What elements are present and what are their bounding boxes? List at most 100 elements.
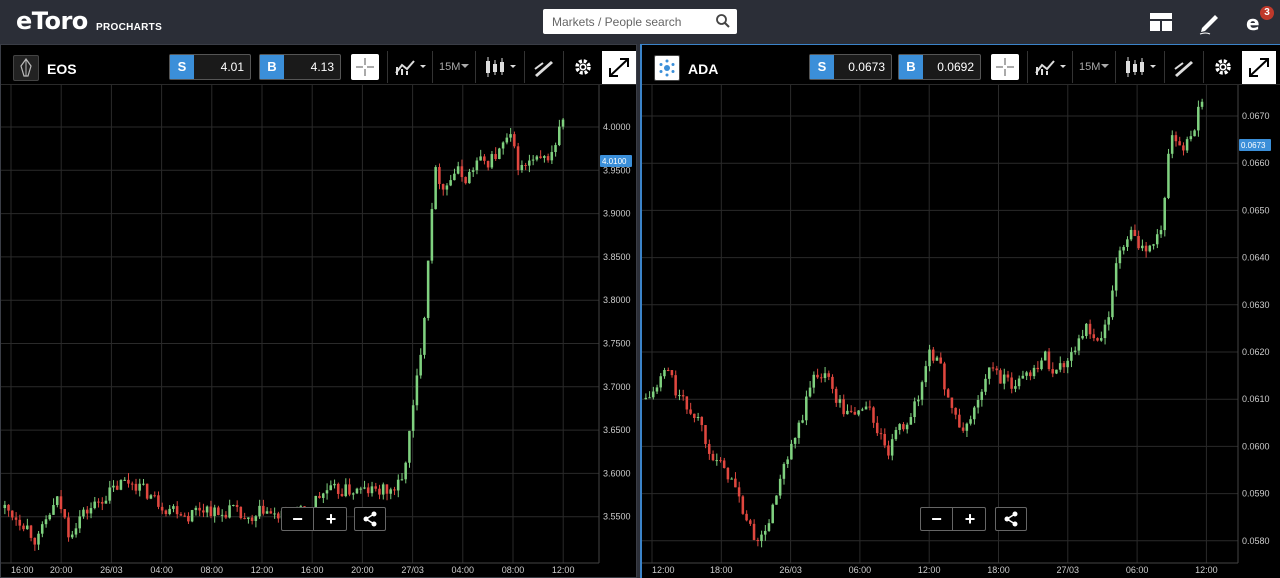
candle-body [719, 460, 722, 462]
ada-price-chart[interactable]: 0.0670 0.0660 0.0650 0.0640 0.0630 0.0620 0.06… [642, 85, 1280, 577]
candle-body [14, 517, 18, 520]
zoom-out-button[interactable]: − [921, 508, 953, 530]
chevron-down-icon [1101, 64, 1109, 68]
candle-body [265, 511, 269, 514]
settings-button[interactable] [1203, 51, 1241, 83]
candle-body [715, 460, 718, 462]
candle-body [678, 395, 681, 397]
x-tick-label: 08:00 [502, 565, 525, 575]
etoro-logo[interactable]: eToro [16, 7, 88, 35]
y-tick-label: 3.6000 [603, 468, 631, 478]
candle-body [183, 515, 186, 517]
y-tick-label: 3.7500 [603, 339, 631, 349]
candle-body [202, 510, 205, 513]
candle-body [935, 357, 939, 361]
drawing-tools-button[interactable] [524, 51, 562, 83]
candle-body [22, 525, 25, 530]
candle-body [808, 387, 812, 397]
settings-button[interactable] [563, 51, 601, 83]
buy-button[interactable]: B 0.0692 [898, 54, 981, 80]
eos-price-chart[interactable]: 4.00003.95003.90003.85003.80003.75003.70… [1, 85, 636, 577]
candle-body [861, 409, 864, 411]
candle-body [490, 154, 494, 168]
share-button[interactable] [995, 507, 1027, 531]
y-tick-label: 0.0630 [1242, 300, 1270, 310]
share-button[interactable] [354, 507, 386, 531]
indicators-icon [1035, 60, 1066, 75]
candle-body [82, 509, 85, 517]
search-icon[interactable] [715, 13, 731, 29]
sell-button[interactable]: S 4.01 [169, 54, 251, 80]
candle-body [119, 480, 123, 490]
candle-body [138, 483, 141, 491]
expand-button[interactable] [1242, 51, 1276, 84]
x-tick-label: 16:00 [11, 565, 34, 575]
candle-body [108, 487, 111, 501]
current-price-tag: 0.0673 [1239, 139, 1271, 151]
candle-body [1163, 197, 1166, 231]
candle-body [823, 373, 827, 379]
candle-body [984, 378, 987, 392]
candle-body [745, 513, 748, 521]
candle-body [1189, 136, 1193, 140]
timeframe-selector[interactable]: 15M [1072, 51, 1114, 83]
pencil-icon[interactable] [1196, 8, 1224, 36]
indicators-button[interactable] [1027, 51, 1071, 83]
candle-body [321, 493, 325, 498]
candle-body [468, 171, 471, 184]
sell-button[interactable]: S 0.0673 [809, 54, 892, 80]
y-tick-label: 3.9000 [603, 209, 631, 219]
candle-body [3, 504, 7, 509]
gear-icon [575, 59, 591, 75]
candle-body [445, 185, 449, 190]
layout-icon[interactable] [1148, 8, 1176, 36]
zoom-in-button[interactable]: + [954, 508, 986, 530]
candle-body [1107, 317, 1110, 325]
expand-button[interactable] [602, 51, 636, 84]
candle-body [228, 505, 231, 518]
candle-body [1193, 130, 1196, 137]
candle-body [1114, 263, 1118, 291]
candle-body [760, 534, 763, 541]
zoom-in-button[interactable]: + [315, 508, 347, 530]
crosshair-button[interactable] [351, 54, 379, 80]
y-tick-label: 0.0580 [1242, 536, 1270, 546]
share-icon [1004, 511, 1018, 527]
candle-body [115, 485, 119, 490]
candle-body [842, 399, 845, 415]
svg-text:e: e [1246, 11, 1260, 35]
search-input[interactable]: Markets / People search [543, 9, 737, 34]
drawing-tools-button[interactable] [1164, 51, 1202, 83]
candle-body [1174, 135, 1178, 142]
share-icon [363, 511, 377, 527]
candle-body [535, 156, 539, 160]
indicators-button[interactable] [387, 51, 431, 83]
chart-type-button[interactable] [475, 51, 523, 83]
candle-body [449, 180, 452, 186]
candle-body [52, 505, 55, 515]
zoom-out-button[interactable]: − [282, 508, 314, 530]
crosshair-button[interactable] [991, 54, 1019, 80]
chevron-down-icon [461, 64, 469, 68]
candle-body [864, 406, 868, 410]
candle-body [1182, 145, 1185, 151]
candle-body [950, 397, 954, 408]
candle-body [1085, 323, 1088, 336]
x-tick-label: 20:00 [351, 565, 374, 575]
chart-type-button[interactable] [1115, 51, 1163, 83]
crosshair-icon [356, 58, 374, 76]
candle-body [520, 164, 524, 171]
y-tick-label: 3.5500 [603, 512, 631, 522]
candle-body [909, 417, 913, 425]
buy-button[interactable]: B 4.13 [259, 54, 341, 80]
candle-body [834, 388, 838, 403]
candle-body [663, 370, 666, 377]
candle-body [1040, 360, 1043, 370]
candle-body [670, 370, 674, 376]
timeframe-selector[interactable]: 15M [432, 51, 474, 83]
y-tick-label: 0.0640 [1242, 253, 1270, 263]
candle-body [831, 376, 834, 389]
candle-body [954, 407, 957, 415]
candle-body [524, 164, 527, 166]
candle-body [434, 167, 437, 210]
